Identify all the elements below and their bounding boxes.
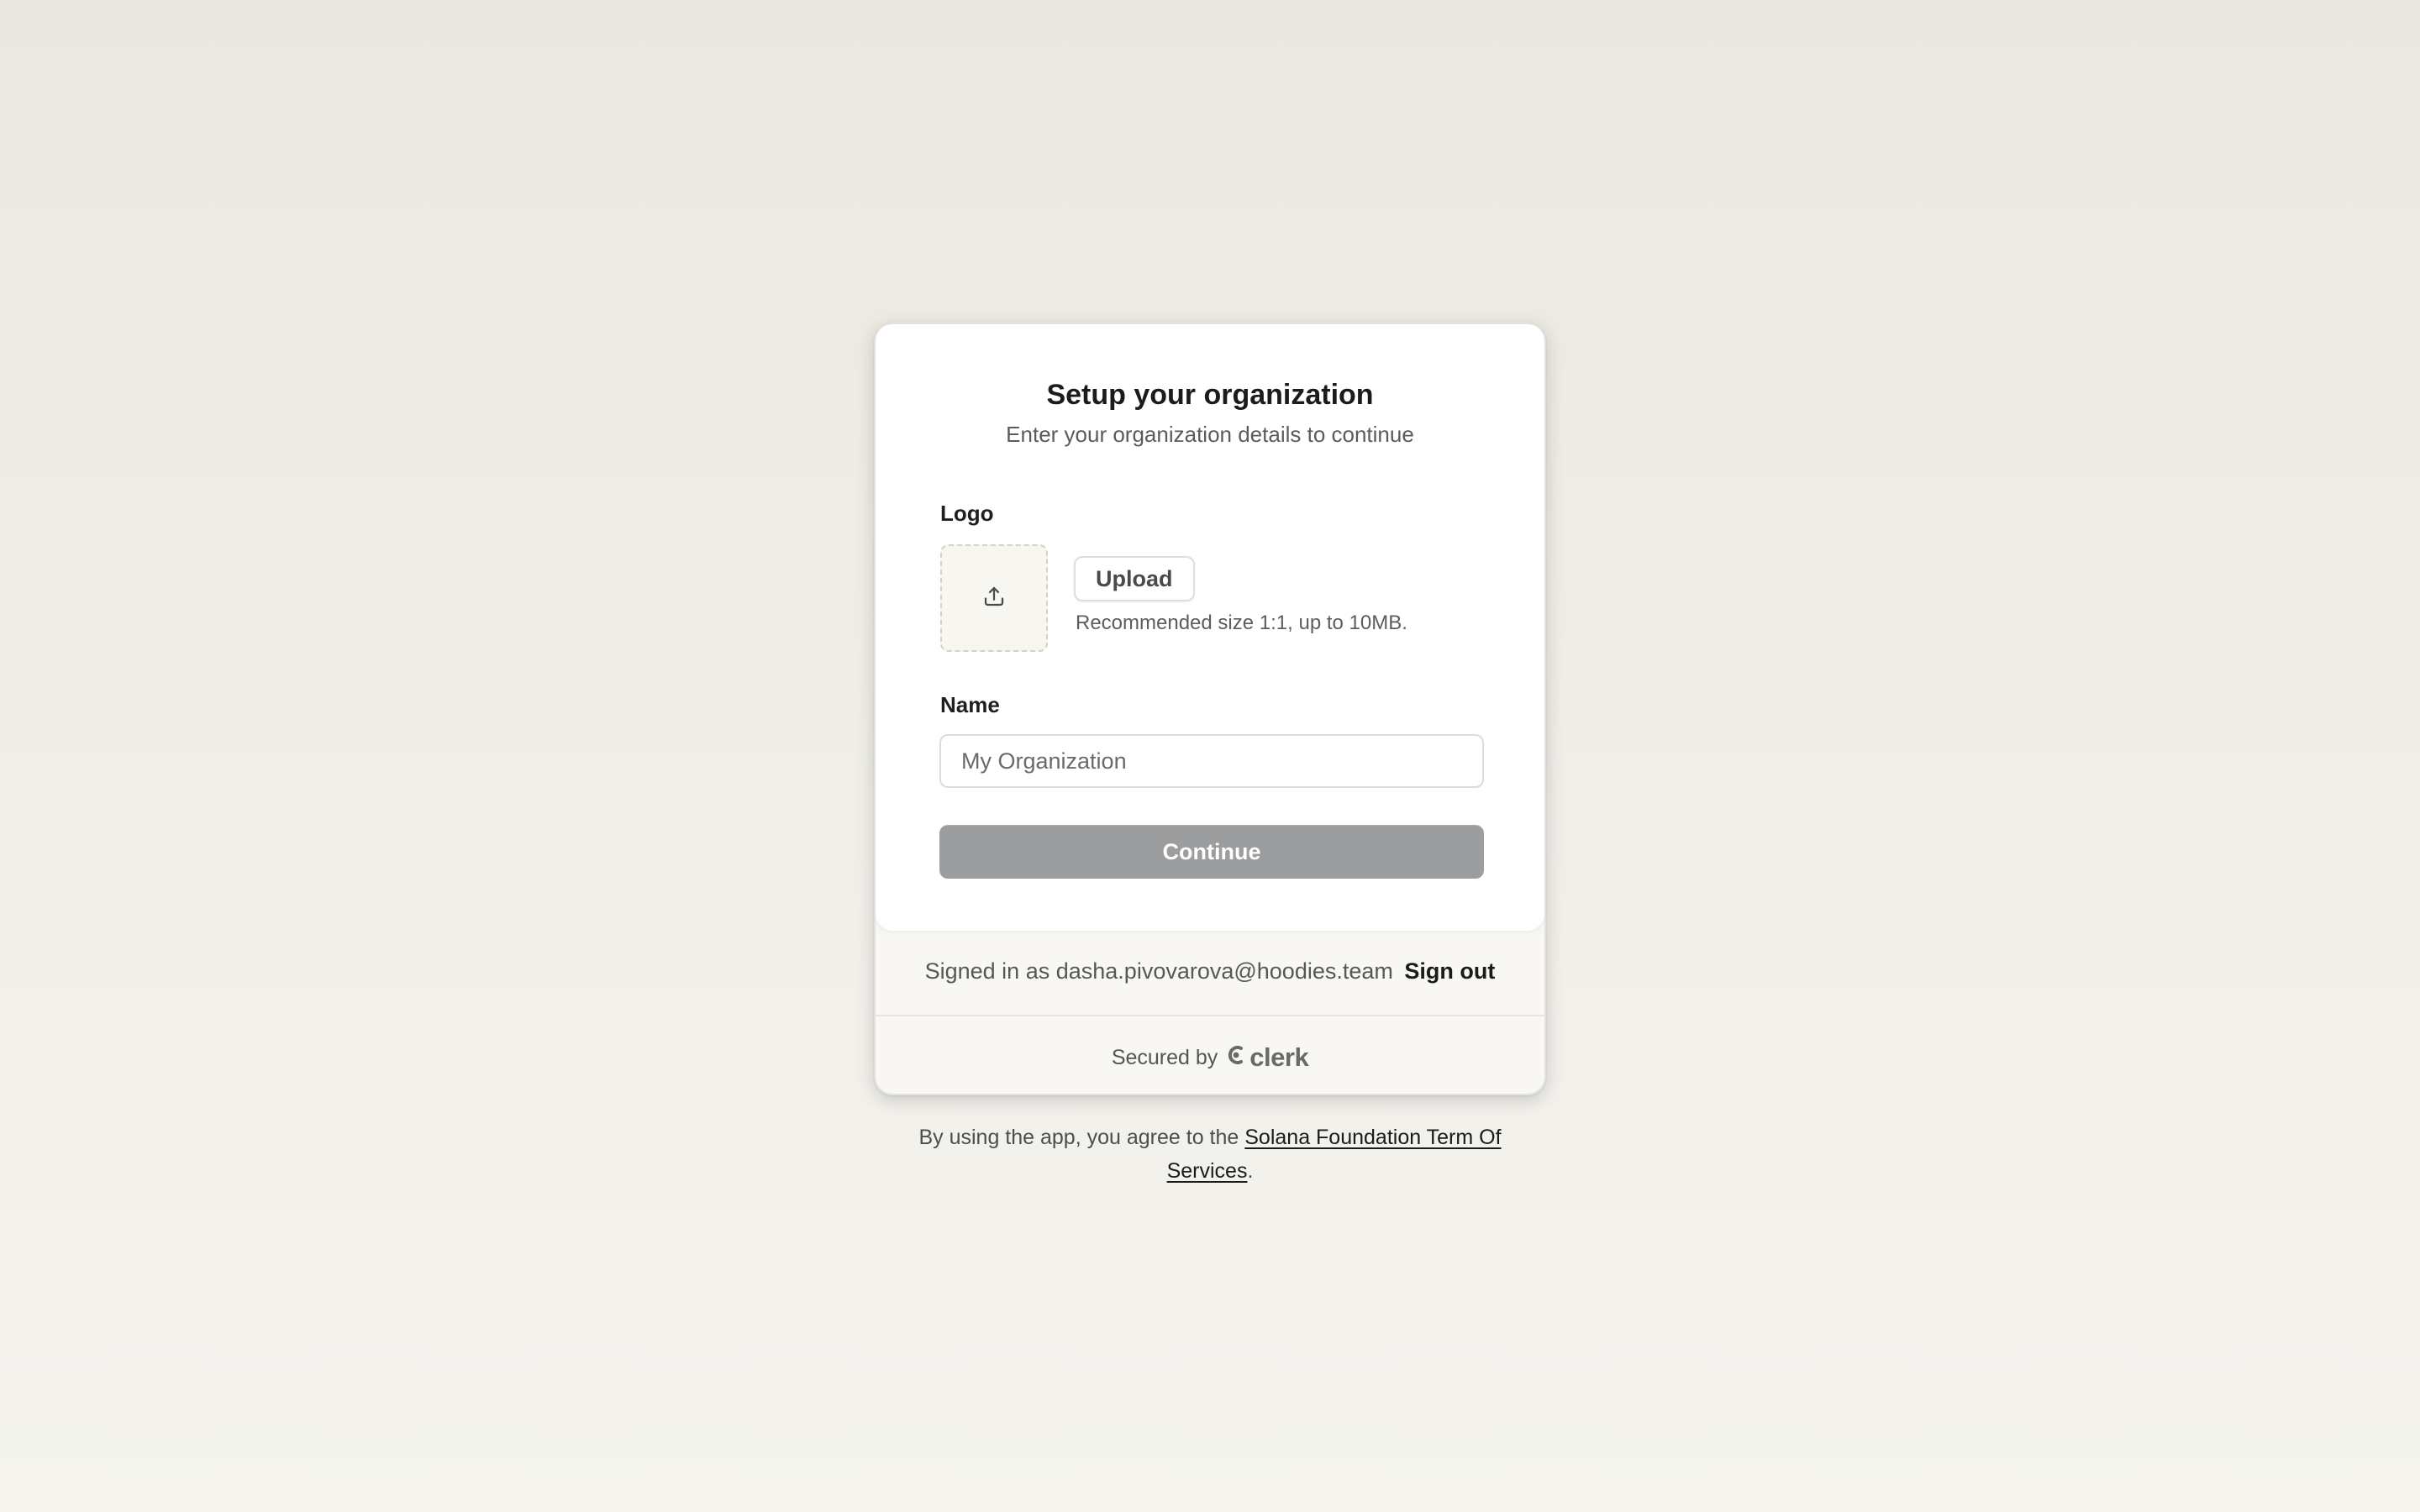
continue-button[interactable]: Continue — [939, 825, 1484, 879]
organization-name-input[interactable] — [939, 734, 1484, 788]
page-title: Setup your organization — [1046, 379, 1374, 411]
page-subtitle: Enter your organization details to conti… — [1006, 422, 1414, 447]
logo-dropzone[interactable] — [940, 544, 1048, 652]
signed-in-row: Signed in as dasha.pivovarova@hoodies.te… — [876, 956, 1544, 986]
sign-out-link[interactable]: Sign out — [1404, 958, 1495, 984]
upload-hint: Recommended size 1:1, up to 10MB. — [1076, 612, 1407, 634]
secured-by-text: Secured by — [1111, 1046, 1218, 1069]
terms-notice: By using the app, you agree to the Solan… — [874, 1121, 1546, 1188]
terms-prefix: By using the app, you agree to the — [918, 1126, 1239, 1149]
card-main-panel: Setup your organization Enter your organ… — [876, 324, 1544, 931]
name-label: Name — [940, 692, 1000, 717]
upload-button[interactable]: Upload — [1074, 556, 1195, 601]
signed-in-prefix: Signed in as — [924, 958, 1050, 984]
signed-in-email: dasha.pivovarova@hoodies.team — [1055, 958, 1393, 984]
clerk-logo[interactable]: clerk — [1226, 1042, 1309, 1072]
organization-setup-card: Setup your organization Enter your organ… — [874, 323, 1546, 1095]
footer-divider — [876, 1015, 1544, 1016]
clerk-logo-icon — [1226, 1043, 1246, 1072]
clerk-wordmark: clerk — [1249, 1042, 1309, 1072]
upload-icon — [981, 584, 1007, 613]
secured-by-row: Secured by clerk — [876, 1043, 1544, 1072]
terms-suffix: . — [1247, 1159, 1254, 1183]
logo-label: Logo — [940, 501, 994, 526]
